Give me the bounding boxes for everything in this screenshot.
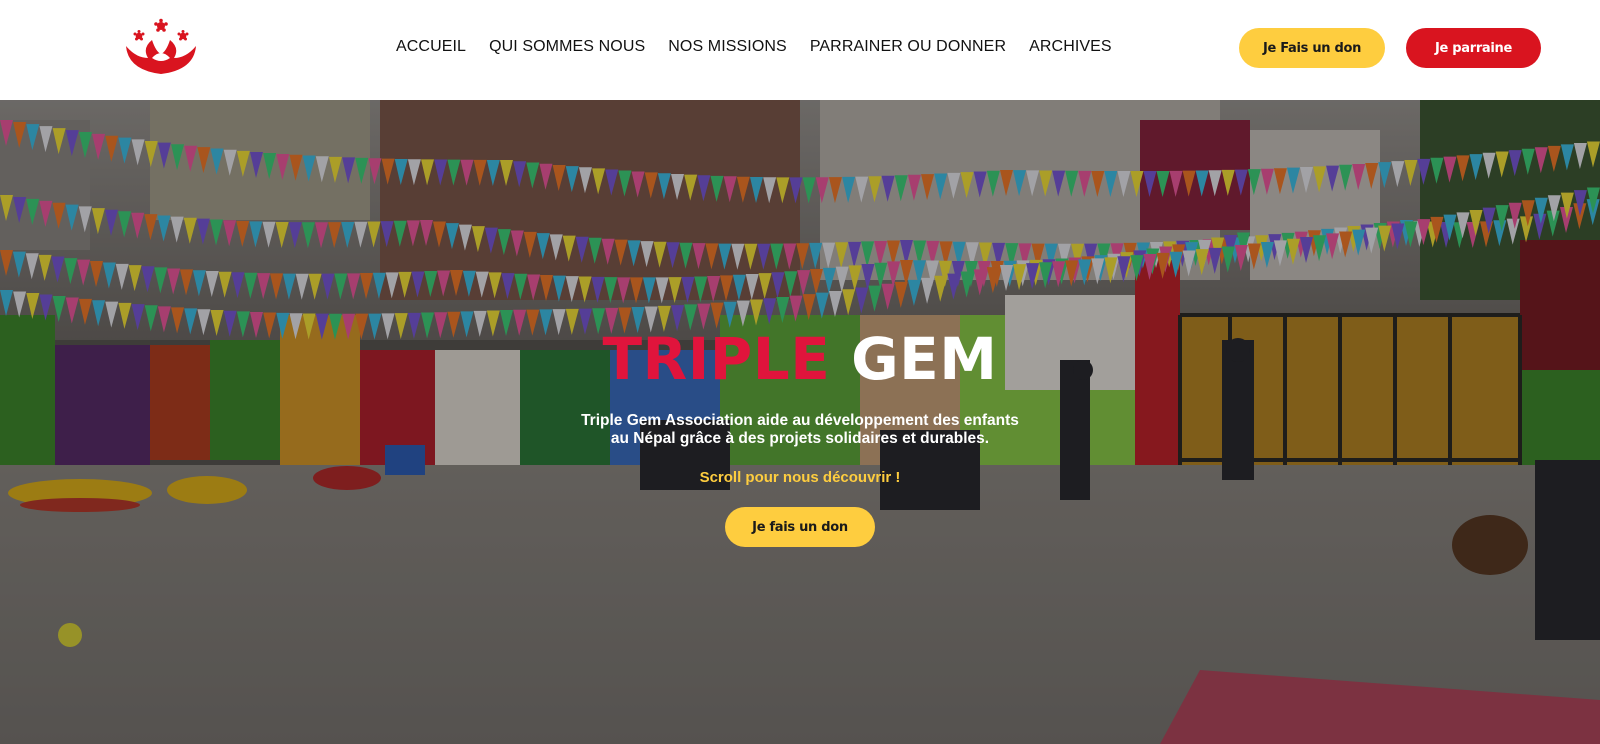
hero-scroll-hint: Scroll pour nous découvrir !	[699, 469, 901, 486]
hero-description-line-2: au Népal grâce à des projets solidaires …	[610, 430, 990, 447]
main-nav: ACCUEIL QUI SOMMES NOUS NOS MISSIONS PAR…	[396, 38, 1135, 56]
nav-item-qui-sommes-nous[interactable]: QUI SOMMES NOUS	[489, 38, 645, 56]
hero-section: TRIPLE GEM Triple Gem Association aide a…	[0, 100, 1600, 744]
donate-button[interactable]: Je Fais un don	[1239, 28, 1385, 68]
sponsor-button[interactable]: Je parraine	[1406, 28, 1541, 68]
nav-item-archives[interactable]: ARCHIVES	[1029, 38, 1112, 56]
nav-item-nos-missions[interactable]: NOS MISSIONS	[668, 38, 787, 56]
hero-donate-button[interactable]: Je fais un don	[725, 507, 875, 547]
hero-title-gem: GEM	[851, 325, 998, 393]
nav-item-accueil[interactable]: ACCUEIL	[396, 38, 466, 56]
hero-title-triple: TRIPLE	[602, 325, 831, 393]
hero-title: TRIPLE GEM	[0, 328, 1600, 390]
lotus-logo-icon[interactable]	[122, 18, 200, 78]
site-header: ACCUEIL QUI SOMMES NOUS NOS MISSIONS PAR…	[0, 0, 1600, 100]
nav-item-parrainer-ou-donner[interactable]: PARRAINER OU DONNER	[810, 38, 1006, 56]
hero-description-line-1: Triple Gem Association aide au développe…	[581, 412, 1019, 429]
hero-description: Triple Gem Association aide au développe…	[500, 412, 1100, 448]
